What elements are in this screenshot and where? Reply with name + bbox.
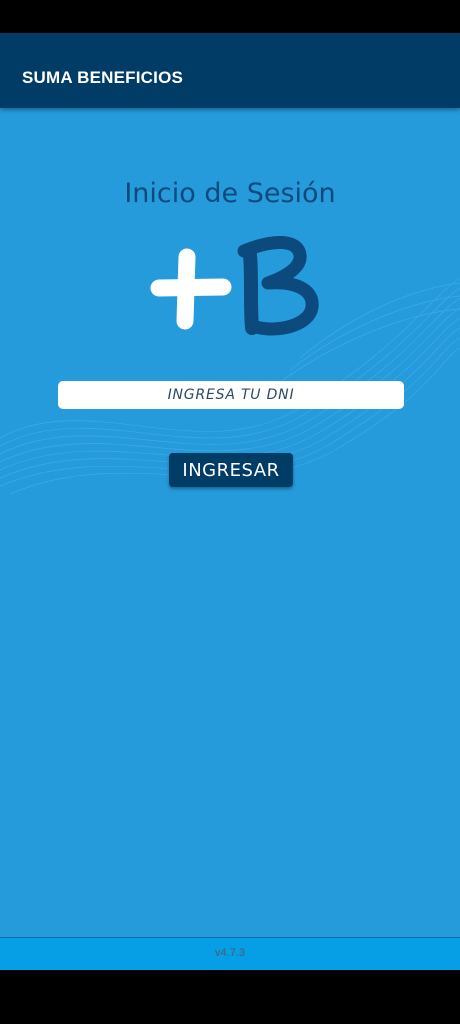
plus-sign [150,248,232,330]
system-nav-bar [0,970,460,1024]
login-button[interactable]: INGRESAR [169,453,293,487]
version-label: v4.7.3 [215,947,245,959]
login-screen: Inicio de Sesión INGRESAR [0,108,460,937]
plus-b-logo-icon [150,235,319,336]
status-bar [0,0,460,33]
app-title: SUMA BENEFICIOS [22,68,184,87]
page-title: Inicio de Sesión [124,178,336,209]
letter-b [237,235,319,336]
app-bar: SUMA BENEFICIOS [0,33,460,108]
dni-input[interactable] [58,381,404,409]
footer-bar: v4.7.3 [0,937,460,970]
